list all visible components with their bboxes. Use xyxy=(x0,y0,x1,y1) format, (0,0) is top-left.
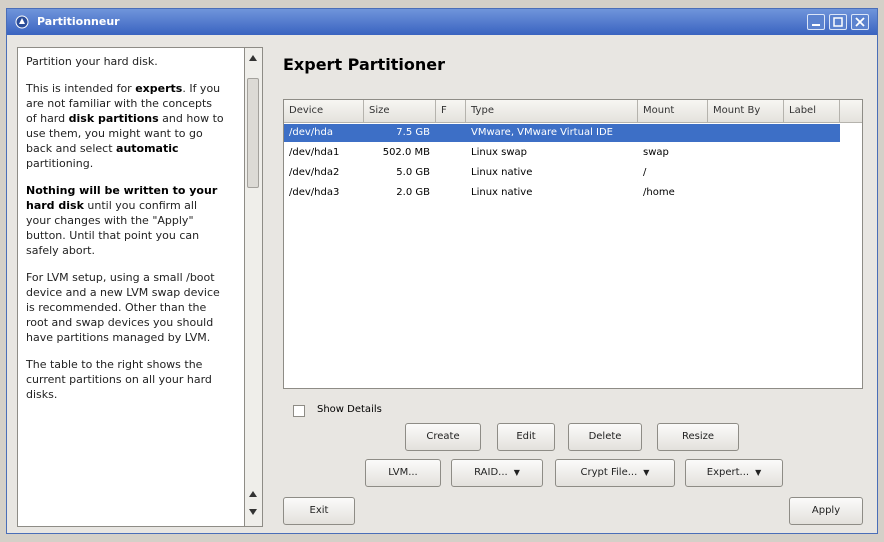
crypt-file-label: Crypt File... xyxy=(580,467,638,478)
table-row[interactable]: /dev/hda3 2.0 GB Linux native/home xyxy=(284,184,840,202)
app-logo-icon xyxy=(15,15,29,29)
column-header-device[interactable]: Device xyxy=(284,100,364,122)
cell-size: 2.0 GB xyxy=(396,187,430,198)
create-button[interactable]: Create xyxy=(405,423,481,451)
expert-label: Expert... xyxy=(706,467,750,478)
column-header-type[interactable]: Type xyxy=(466,100,638,122)
close-button[interactable] xyxy=(851,14,869,30)
minimize-icon xyxy=(812,24,820,26)
help-scrollbar[interactable] xyxy=(245,47,263,527)
expert-button[interactable]: Expert... ▼ xyxy=(685,459,783,487)
help-paragraph: Partition your hard disk. xyxy=(26,55,158,68)
maximize-button[interactable] xyxy=(829,14,847,30)
scroll-down-icon[interactable] xyxy=(247,506,259,518)
table-header: Device Size F Type Mount Mount By Label xyxy=(284,100,862,123)
close-icon xyxy=(855,17,865,27)
cell-f xyxy=(436,164,466,182)
cell-device: /dev/hda3 xyxy=(289,187,340,198)
cell-mount: swap xyxy=(643,147,669,158)
help-paragraph: Nothing will be written to your hard dis… xyxy=(26,184,218,257)
raid-label: RAID... xyxy=(474,467,508,478)
cell-size: 502.0 MB xyxy=(382,147,430,158)
lvm-button[interactable]: LVM... xyxy=(365,459,441,487)
table-row[interactable]: /dev/hda2 5.0 GB Linux native / xyxy=(284,164,840,182)
help-paragraph: For LVM setup, using a small /boot devic… xyxy=(26,271,220,344)
column-header-format[interactable]: F xyxy=(436,100,466,122)
apply-button[interactable]: Apply xyxy=(789,497,863,525)
column-header-size[interactable]: Size xyxy=(364,100,436,122)
title-bar[interactable]: Partitionneur xyxy=(7,9,877,35)
help-paragraph: This is intended for experts. If you are… xyxy=(26,82,224,170)
column-header-label[interactable]: Label xyxy=(784,100,840,122)
cell-type: VMware, VMware Virtual IDE xyxy=(471,127,613,138)
chevron-down-icon: ▼ xyxy=(755,468,762,477)
cell-type: Linux native xyxy=(471,167,533,178)
page-title: Expert Partitioner xyxy=(283,55,446,74)
cell-device: /dev/hda1 xyxy=(289,147,340,158)
column-header-mount[interactable]: Mount xyxy=(638,100,708,122)
column-header-mount-by[interactable]: Mount By xyxy=(708,100,784,122)
window-title: Partitionneur xyxy=(37,15,120,28)
table-row[interactable]: /dev/hda 7.5 GB VMware, VMware Virtual IDE xyxy=(284,124,840,142)
maximize-icon xyxy=(833,17,843,27)
cell-mount: / xyxy=(643,167,647,178)
scroll-up-icon[interactable] xyxy=(247,52,259,64)
chevron-down-icon: ▼ xyxy=(513,468,520,477)
cell-device: /dev/hda2 xyxy=(289,167,340,178)
cell-f xyxy=(436,124,466,142)
checkbox[interactable] xyxy=(293,405,305,417)
help-panel: Partition your hard disk. This is intend… xyxy=(17,47,245,527)
exit-button[interactable]: Exit xyxy=(283,497,355,525)
cell-size: 7.5 GB xyxy=(396,127,430,138)
scrollbar-thumb[interactable] xyxy=(247,78,259,188)
chevron-down-icon: ▼ xyxy=(643,468,650,477)
edit-button[interactable]: Edit xyxy=(497,423,555,451)
minimize-button[interactable] xyxy=(807,14,825,30)
cell-mount: /home xyxy=(643,187,675,198)
crypt-file-button[interactable]: Crypt File... ▼ xyxy=(555,459,675,487)
cell-type: Linux swap xyxy=(471,147,527,158)
partition-table[interactable]: Device Size F Type Mount Mount By Label … xyxy=(283,99,863,389)
scroll-up-icon[interactable] xyxy=(247,488,259,500)
cell-mount xyxy=(638,124,708,142)
cell-type: Linux native xyxy=(471,187,533,198)
delete-button[interactable]: Delete xyxy=(568,423,642,451)
cell-device: /dev/hda xyxy=(289,127,333,138)
help-paragraph: The table to the right shows the current… xyxy=(26,358,212,401)
cell-f xyxy=(436,184,466,202)
show-details-label: Show Details xyxy=(317,404,382,415)
cell-f xyxy=(436,144,466,162)
raid-button[interactable]: RAID... ▼ xyxy=(451,459,543,487)
table-row[interactable]: /dev/hda1 502.0 MB Linux swap swap xyxy=(284,144,840,162)
resize-button[interactable]: Resize xyxy=(657,423,739,451)
cell-size: 5.0 GB xyxy=(396,167,430,178)
partitioner-window: Partitionneur Partition your hard disk. … xyxy=(6,8,878,534)
